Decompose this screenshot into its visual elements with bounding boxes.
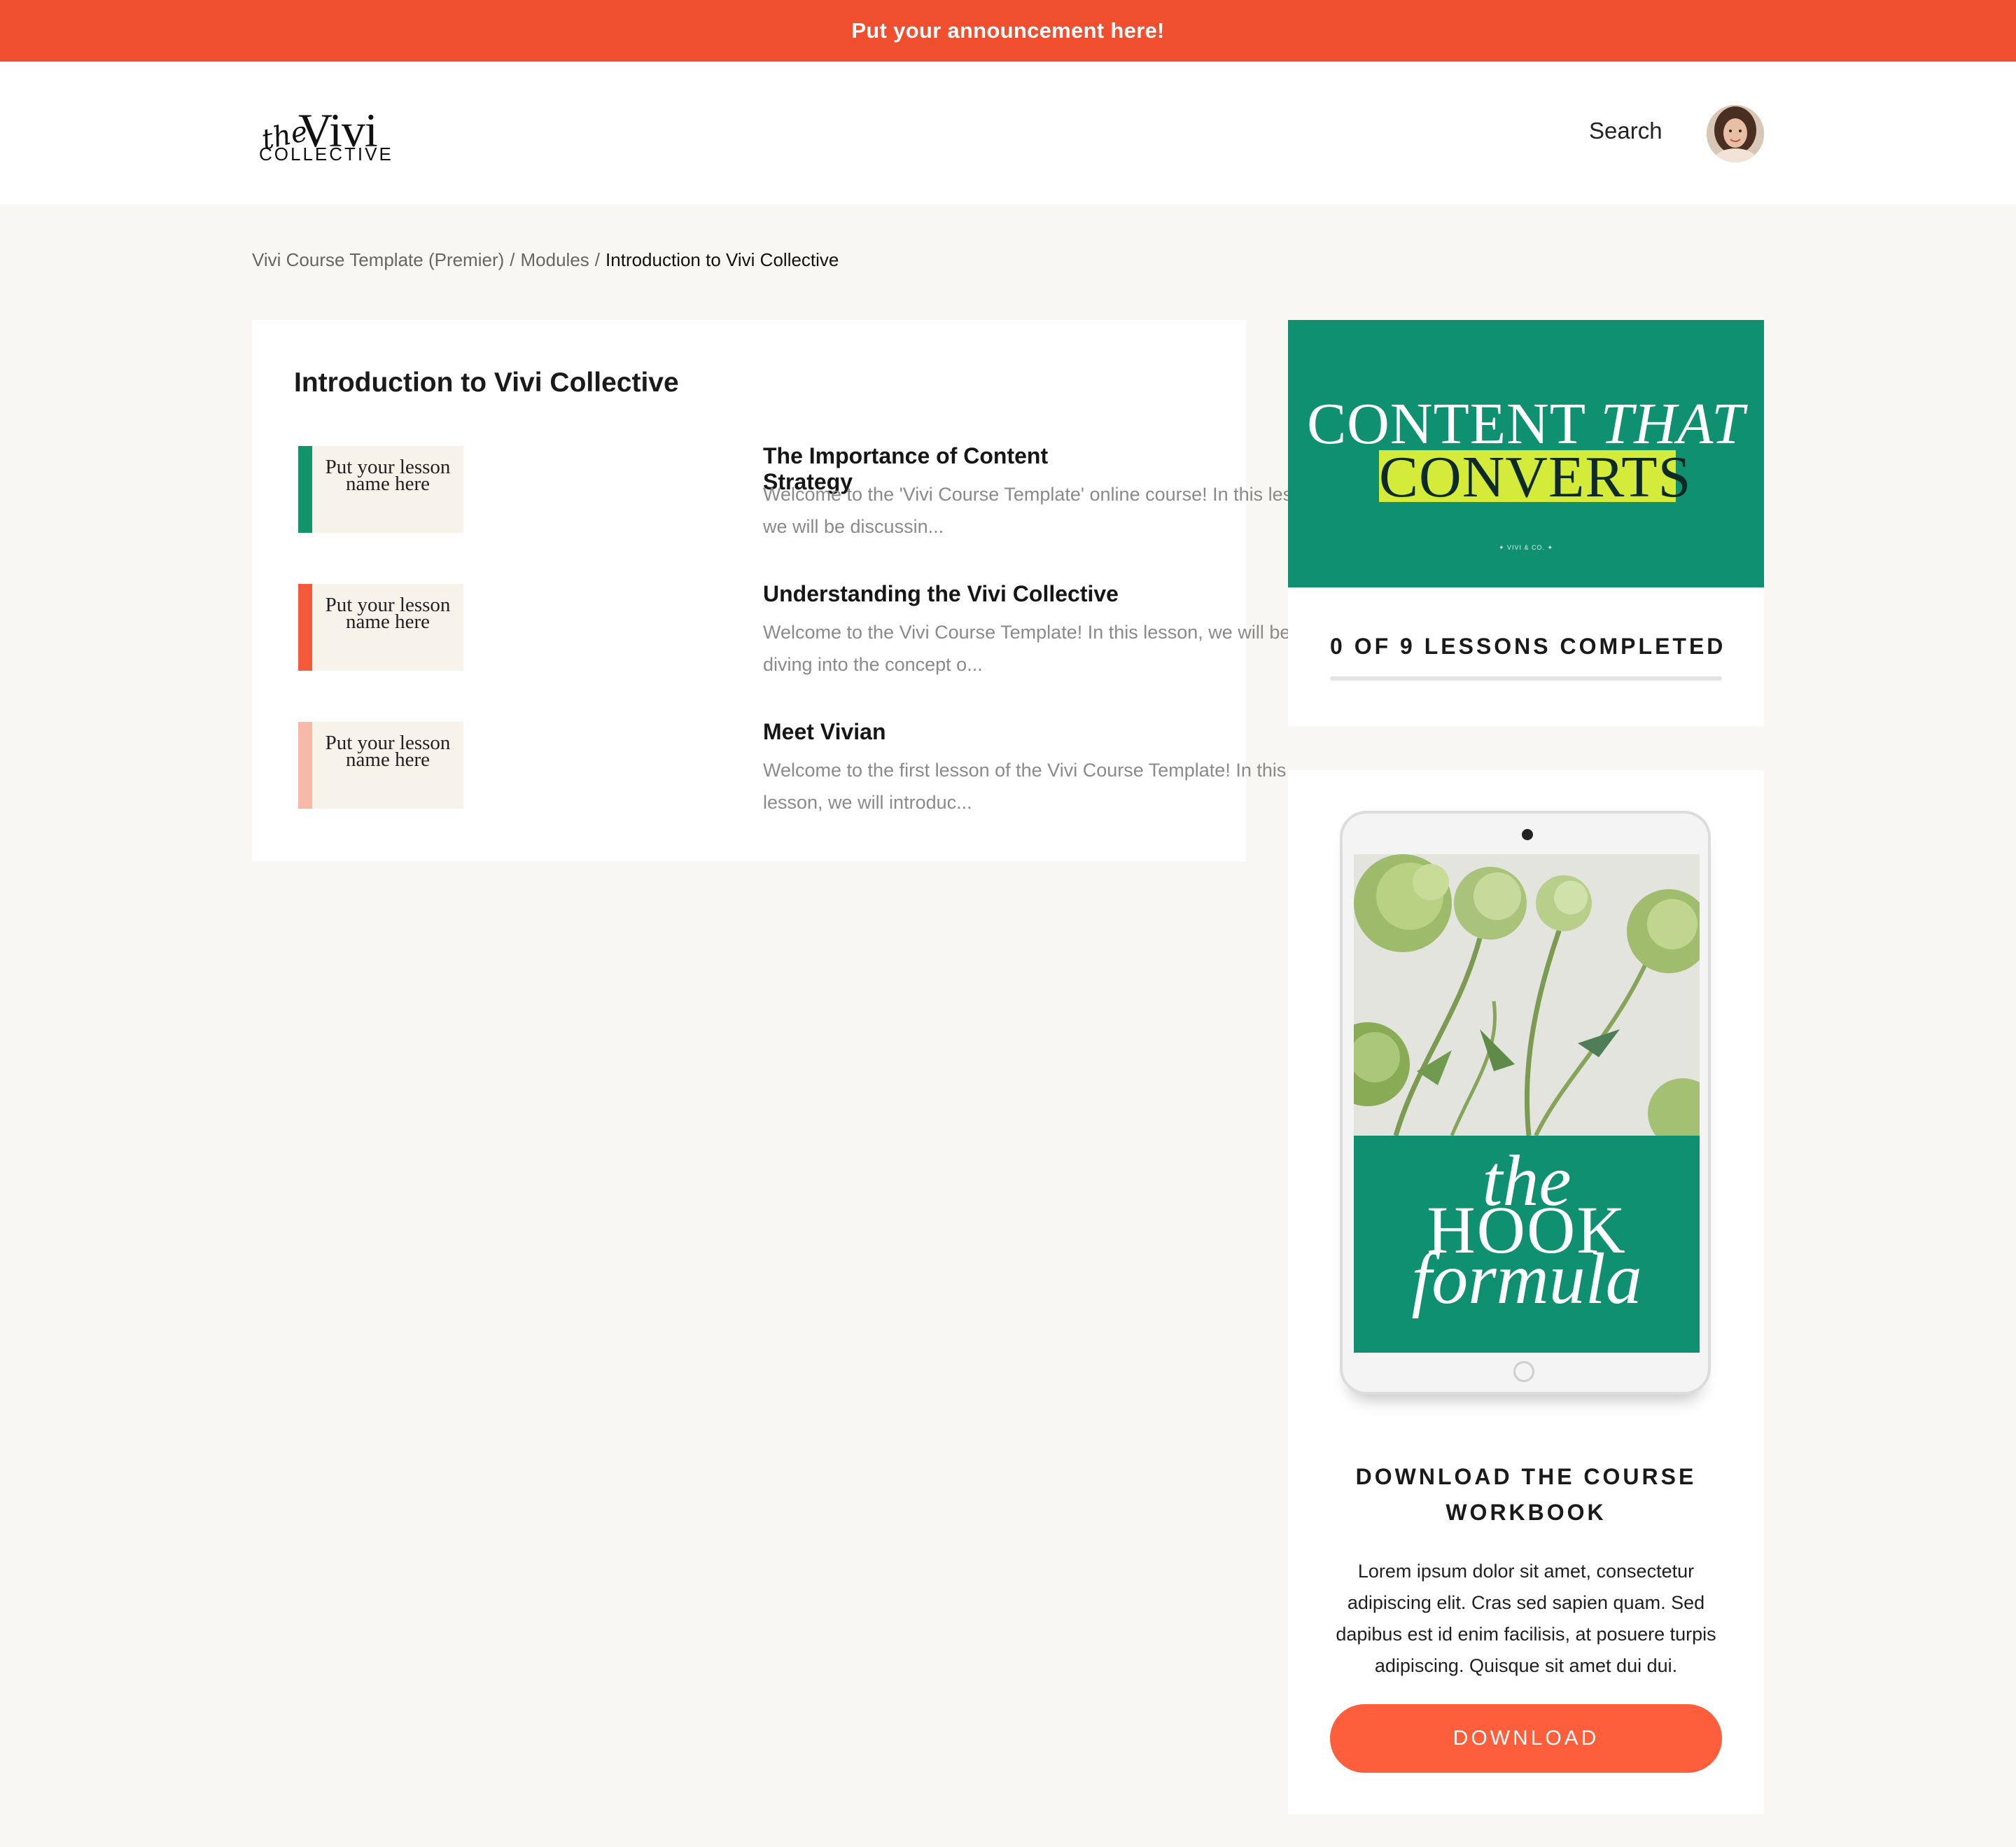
breadcrumb-separator: /: [510, 249, 515, 270]
lesson-description: Welcome to the first lesson of the Vivi …: [763, 760, 1287, 813]
lesson-title[interactable]: Understanding the Vivi Collective: [763, 581, 1119, 607]
progress-card: CONTENT THAT CONVERTS ✦ VIVI & CO. ✦ 0 O…: [1288, 320, 1764, 726]
breadcrumb-separator: /: [594, 249, 601, 270]
avatar[interactable]: [1707, 105, 1764, 162]
lesson-item[interactable]: Put your lesson name here The Importance…: [298, 443, 1328, 537]
lesson-title[interactable]: Meet Vivian: [763, 719, 886, 745]
lesson-thumbnail-text: Put your lesson name here: [325, 456, 451, 495]
lesson-thumbnail: Put your lesson name here: [298, 722, 463, 809]
workbook-description: Lorem ipsum dolor sit amet, consectetur …: [1336, 1561, 1716, 1676]
course-cover-image: CONTENT THAT CONVERTS ✦ VIVI & CO. ✦: [1288, 320, 1764, 587]
lesson-color-bar: [298, 722, 312, 809]
lesson-thumbnail: Put your lesson name here: [298, 584, 463, 671]
site-header: the Vivi COLLECTIVE Search: [0, 62, 2016, 204]
hook-formula-text: formula: [1411, 1239, 1642, 1319]
announcement-text: Put your announcement here!: [851, 18, 1165, 43]
lesson-item[interactable]: Put your lesson name here Understanding …: [298, 581, 1290, 675]
tablet-camera-icon: [1522, 829, 1533, 840]
breadcrumb-current: Introduction to Vivi Collective: [606, 249, 839, 270]
tablet-home-button-icon: [1513, 1361, 1534, 1382]
flower-photo-icon: [1354, 854, 1700, 1148]
avatar-photo-icon: [1707, 105, 1764, 162]
site-logo[interactable]: the Vivi COLLECTIVE: [252, 100, 392, 170]
lesson-color-bar: [298, 584, 312, 671]
lesson-description: Welcome to the 'Vivi Course Template' on…: [763, 484, 1329, 537]
cover-highlight: CONVERTS: [1379, 445, 1690, 510]
logo-subtitle: COLLECTIVE: [259, 144, 393, 165]
lesson-thumbnail: Put your lesson name here: [298, 446, 463, 533]
cover-line-2: CONVERTS: [1379, 445, 1692, 510]
lesson-item[interactable]: Put your lesson name here Meet Vivian We…: [298, 719, 1286, 813]
hook-formula-panel: the HOOK formula: [1354, 1136, 1700, 1353]
workbook-card: the HOOK formula DOWNLOAD THE COURSE WOR…: [1288, 770, 1764, 1814]
progress-bar: [1330, 676, 1722, 681]
announcement-bar: Put your announcement here!: [0, 0, 2016, 62]
lesson-thumbnail-text: Put your lesson name here: [325, 594, 451, 633]
search-link[interactable]: Search: [1589, 118, 1662, 144]
tablet-mockup: the HOOK formula: [1340, 811, 1711, 1395]
lessons-progress-text: 0 OF 9 LESSONS COMPLETED: [1330, 634, 1726, 659]
cover-small-text: ✦ VIVI & CO. ✦: [1498, 544, 1554, 551]
breadcrumb-modules[interactable]: Modules: [521, 249, 589, 270]
module-card: Introduction to Vivi Collective Put your…: [252, 320, 1328, 861]
breadcrumb-course[interactable]: Vivi Course Template (Premier): [252, 249, 504, 270]
lesson-thumbnail-text: Put your lesson name here: [325, 732, 451, 771]
workbook-cover-image: the HOOK formula: [1354, 854, 1700, 1353]
download-button[interactable]: DOWNLOAD: [1330, 1704, 1722, 1773]
lesson-color-bar: [298, 446, 312, 533]
lesson-description: Welcome to the Vivi Course Template! In …: [763, 622, 1291, 675]
workbook-title: DOWNLOAD THE COURSE WORKBOOK: [1355, 1464, 1697, 1525]
breadcrumb: Vivi Course Template (Premier) / Modules / I…: [252, 249, 839, 271]
module-title: Introduction to Vivi Collective: [294, 368, 679, 398]
